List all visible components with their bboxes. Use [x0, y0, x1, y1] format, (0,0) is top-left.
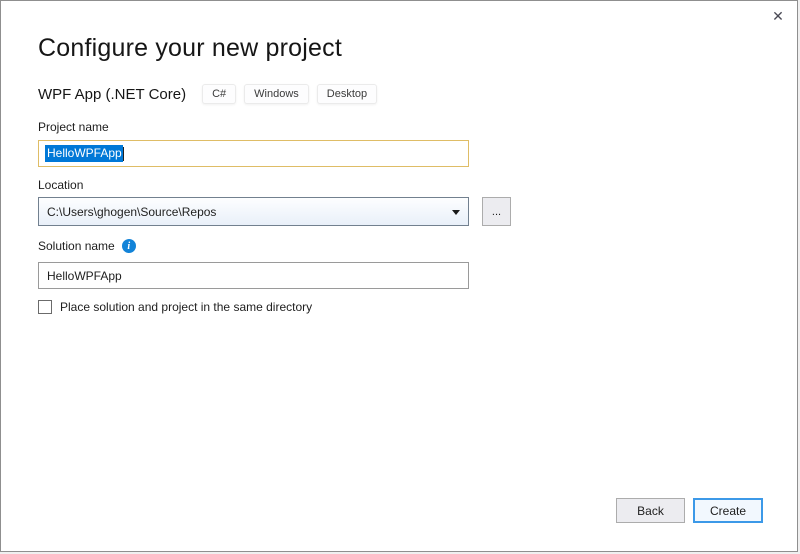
project-name-label: Project name	[38, 120, 109, 134]
solution-name-label: Solution name	[38, 239, 115, 253]
project-type-label: WPF App (.NET Core)	[38, 86, 186, 103]
same-directory-row: Place solution and project in the same d…	[38, 300, 312, 314]
location-label: Location	[38, 178, 83, 192]
project-type-row: WPF App (.NET Core) C# Windows Desktop	[38, 84, 385, 104]
close-icon[interactable]: ✕	[767, 5, 789, 27]
tag-project-category: Desktop	[317, 84, 377, 104]
location-combobox[interactable]: C:\Users\ghogen\Source\Repos	[38, 197, 469, 226]
solution-name-label-row: Solution name i	[38, 239, 136, 253]
page-title: Configure your new project	[38, 34, 342, 63]
back-button[interactable]: Back	[616, 498, 685, 523]
solution-name-input[interactable]: HelloWPFApp	[38, 262, 469, 289]
create-button[interactable]: Create	[693, 498, 763, 523]
same-directory-label: Place solution and project in the same d…	[60, 300, 312, 314]
project-name-value: HelloWPFApp	[45, 145, 123, 162]
dropdown-arrow-icon[interactable]	[452, 210, 460, 215]
info-icon: i	[122, 239, 136, 253]
location-value: C:\Users\ghogen\Source\Repos	[47, 205, 216, 219]
project-name-input[interactable]: HelloWPFApp	[38, 140, 469, 167]
browse-button[interactable]: ...	[482, 197, 511, 226]
solution-name-value: HelloWPFApp	[47, 269, 122, 283]
same-directory-checkbox[interactable]	[38, 300, 52, 314]
tag-platform: Windows	[244, 84, 309, 104]
configure-project-dialog: ✕ Configure your new project WPF App (.N…	[0, 0, 798, 552]
tag-language: C#	[202, 84, 236, 104]
text-caret	[123, 147, 124, 161]
